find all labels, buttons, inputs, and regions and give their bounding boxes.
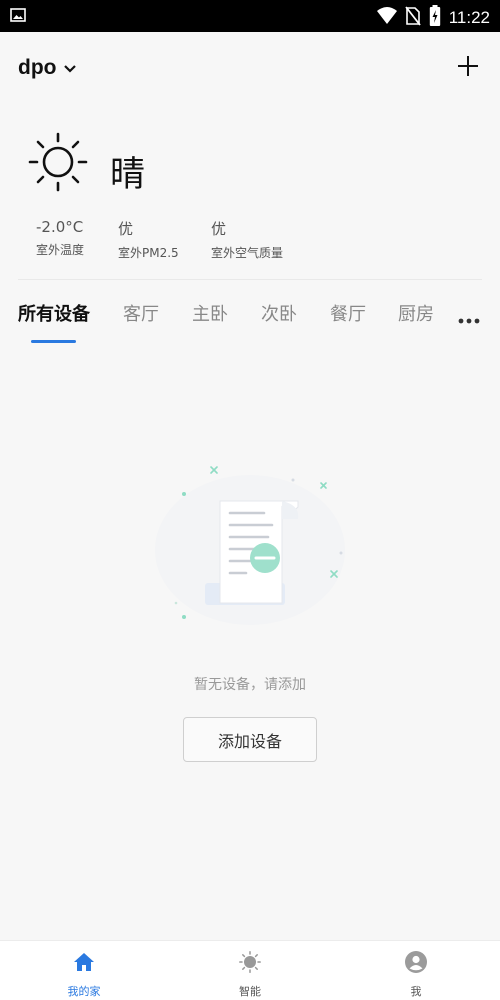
home-name: dpo: [18, 56, 57, 79]
nav-label: 我: [410, 985, 422, 998]
nav-my-home[interactable]: 我的家: [24, 941, 144, 1000]
home-icon: [73, 951, 95, 973]
tab-master-bedroom[interactable]: 主卧: [192, 300, 228, 326]
smart-bulb-icon: [239, 951, 261, 973]
tab-all-devices[interactable]: 所有设备: [18, 300, 90, 326]
empty-document-icon: [150, 455, 350, 635]
weather-condition: 晴: [110, 155, 146, 195]
room-tabs: 所有设备 客厅 主卧 次卧 餐厅 厨房: [0, 296, 500, 346]
tab-second-bedroom[interactable]: 次卧: [261, 300, 297, 326]
user-icon: [405, 951, 427, 973]
divider: [18, 279, 482, 280]
tab-living-room[interactable]: 客厅: [123, 300, 159, 326]
sun-icon: [26, 130, 90, 194]
metric-pm25: 优 室外PM2.5: [118, 218, 179, 261]
nav-label: 我的家: [67, 985, 101, 998]
bottom-nav: 我的家 智能 我: [0, 940, 500, 1000]
nav-smart[interactable]: 智能: [190, 941, 310, 1000]
metric-value: 优: [211, 220, 227, 238]
metric-value: 优: [118, 220, 134, 238]
tab-indicator: [31, 340, 76, 343]
more-dots-icon[interactable]: [458, 309, 480, 324]
metric-temperature: -2.0°C 室外温度: [36, 218, 84, 258]
header: dpo: [0, 32, 500, 102]
metric-label: 室外温度: [36, 243, 85, 257]
tab-dining-room[interactable]: 餐厅: [330, 300, 366, 326]
add-device-button[interactable]: 添加设备: [183, 717, 317, 762]
wifi-icon: [376, 7, 397, 29]
metric-label: 室外PM2.5: [118, 246, 179, 260]
tab-kitchen[interactable]: 厨房: [398, 300, 434, 326]
home-switcher[interactable]: dpo: [18, 56, 77, 80]
metric-label: 室外空气质量: [211, 246, 284, 260]
metric-air-quality: 优 室外空气质量: [211, 218, 283, 261]
status-time: 11:22: [448, 8, 490, 27]
status-bar: 11:22: [0, 0, 500, 32]
metric-value: -2.0°C: [36, 218, 84, 236]
battery-charging-icon: [429, 5, 441, 31]
chevron-down-icon: [64, 58, 77, 77]
empty-message: 暂无设备，请添加: [194, 677, 306, 693]
no-sim-icon: [405, 6, 421, 30]
image-icon: [10, 7, 26, 27]
nav-label: 智能: [239, 985, 261, 998]
plus-icon[interactable]: [456, 54, 480, 78]
nav-me[interactable]: 我: [356, 941, 476, 1000]
